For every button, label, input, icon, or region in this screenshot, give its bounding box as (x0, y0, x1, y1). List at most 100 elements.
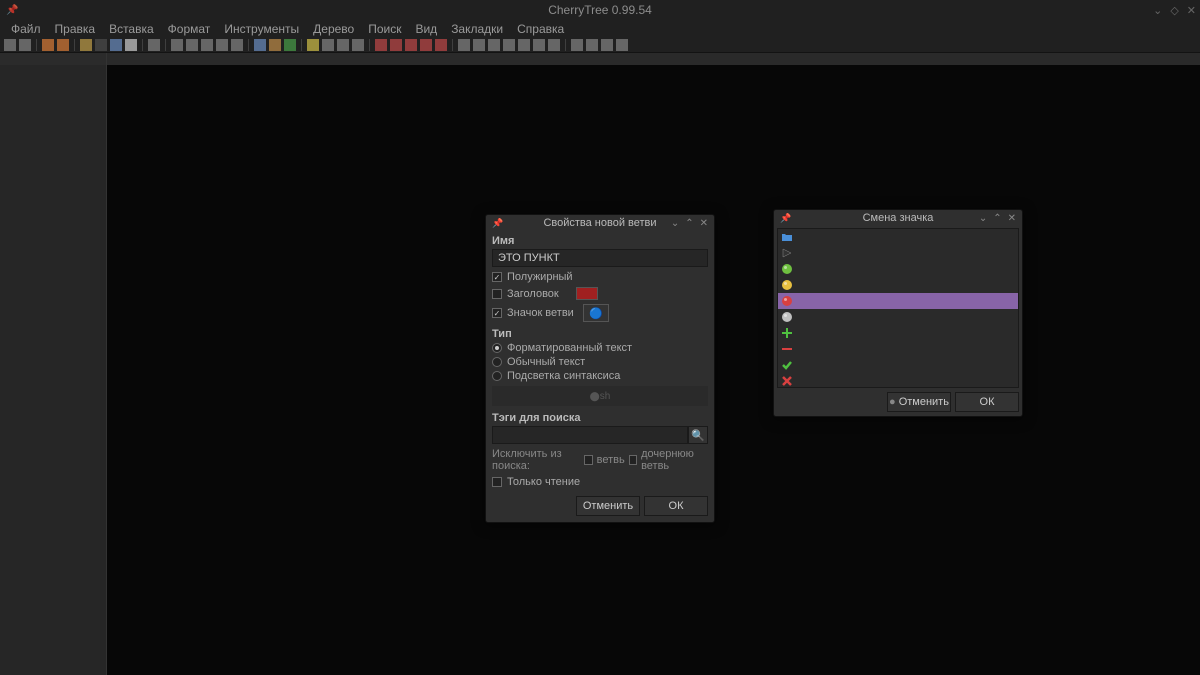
tb-anchor-icon[interactable] (337, 39, 349, 51)
tb-bm2-icon[interactable] (390, 39, 402, 51)
tb-bm5-icon[interactable] (435, 39, 447, 51)
tb-save-icon[interactable] (19, 39, 31, 51)
pin-icon[interactable]: 📌 (492, 218, 503, 229)
exclude-child-checkbox[interactable] (629, 455, 637, 465)
icon-item-circle-gray[interactable] (778, 309, 1018, 325)
tb-code-icon[interactable] (284, 39, 296, 51)
tb-h2-icon[interactable] (533, 39, 545, 51)
icon-item-folder-blue[interactable] (778, 229, 1018, 245)
tb-o1-icon[interactable] (571, 39, 583, 51)
icon-item-tag-dark[interactable] (778, 245, 1018, 261)
maximize-icon[interactable]: ⌃ (685, 218, 693, 229)
header-label: Заголовок (507, 288, 559, 300)
tb-fwd-icon[interactable] (57, 39, 69, 51)
tb-folder-icon[interactable] (80, 39, 92, 51)
name-label: Имя (492, 235, 708, 247)
tb-list-icon[interactable] (216, 39, 228, 51)
menu-bookmarks[interactable]: Закладки (444, 22, 510, 36)
bold-checkbox[interactable] (492, 272, 502, 282)
tb-find-icon[interactable] (171, 39, 183, 51)
tb-table-icon[interactable] (269, 39, 281, 51)
pin-icon[interactable]: 📌 (6, 5, 18, 16)
tb-flag-icon[interactable] (307, 39, 319, 51)
exclude-label: Исключить из поиска: (492, 448, 580, 472)
tb-doc-icon[interactable] (125, 39, 137, 51)
tags-search-button[interactable]: 🔍 (688, 426, 708, 444)
tb-embed-icon[interactable] (352, 39, 364, 51)
dlg1-titlebar[interactable]: 📌 Свойства новой ветви ⌄ ⌃ ✕ (486, 215, 714, 231)
tags-label: Тэги для поиска (492, 412, 708, 424)
tb-dropdown-icon[interactable] (95, 39, 107, 51)
header-color-swatch[interactable] (576, 287, 598, 300)
header-checkbox[interactable] (492, 289, 502, 299)
close-icon[interactable]: ✕ (1008, 213, 1016, 224)
minimize-icon[interactable]: ⌄ (671, 218, 679, 229)
toolbar (0, 38, 1200, 53)
tb-o4-icon[interactable] (616, 39, 628, 51)
name-input[interactable] (492, 249, 708, 267)
icon-item-circle-green[interactable] (778, 261, 1018, 277)
exclude-node-checkbox[interactable] (584, 455, 592, 465)
cancel-button[interactable]: Отменить (576, 496, 640, 516)
tb-bm4-icon[interactable] (420, 39, 432, 51)
minimize-icon[interactable]: ⌄ (1153, 4, 1162, 17)
menu-insert[interactable]: Вставка (102, 22, 161, 36)
tb-h3-icon[interactable] (548, 39, 560, 51)
cancel-button[interactable]: ●Отменить (887, 392, 951, 412)
nodeicon-checkbox[interactable] (492, 308, 502, 318)
menu-help[interactable]: Справка (510, 22, 571, 36)
close-icon[interactable]: ✕ (1187, 4, 1196, 17)
tb-misc1-icon[interactable] (458, 39, 470, 51)
tb-bold-icon[interactable] (201, 39, 213, 51)
menu-view[interactable]: Вид (408, 22, 444, 36)
icon-item-cross-red[interactable] (778, 373, 1018, 388)
icon-item-plus-green[interactable] (778, 325, 1018, 341)
type-plain-radio[interactable] (492, 357, 502, 367)
icon-item-minus-red[interactable] (778, 341, 1018, 357)
menu-edit[interactable]: Правка (48, 22, 103, 36)
tb-numlist-icon[interactable] (231, 39, 243, 51)
tb-repl-icon[interactable] (186, 39, 198, 51)
node-properties-dialog: 📌 Свойства новой ветви ⌄ ⌃ ✕ Имя Полужир… (485, 214, 715, 523)
ok-button[interactable]: ОК (955, 392, 1019, 412)
exclude-node-label: ветвь (597, 454, 625, 466)
pin-icon[interactable]: 📌 (780, 213, 791, 224)
tb-img-icon[interactable] (254, 39, 266, 51)
icon-list[interactable] (777, 228, 1019, 388)
tree-sidebar[interactable] (0, 53, 107, 675)
tb-o3-icon[interactable] (601, 39, 613, 51)
readonly-checkbox[interactable] (492, 477, 502, 487)
nodeicon-button[interactable]: 🔵 (583, 304, 609, 322)
dlg2-titlebar[interactable]: 📌 Смена значка ⌄ ⌃ ✕ (774, 210, 1022, 226)
menu-search[interactable]: Поиск (361, 22, 408, 36)
maximize-icon[interactable]: ◇ (1170, 4, 1178, 17)
tb-misc4-icon[interactable] (503, 39, 515, 51)
icon-item-circle-yellow[interactable] (778, 277, 1018, 293)
tb-bm1-icon[interactable] (375, 39, 387, 51)
maximize-icon[interactable]: ⌃ (993, 213, 1001, 224)
minimize-icon[interactable]: ⌄ (979, 213, 987, 224)
close-icon[interactable]: ✕ (700, 218, 708, 229)
type-syntax-radio[interactable] (492, 371, 502, 381)
icon-item-circle-red[interactable] (778, 293, 1018, 309)
menu-file[interactable]: Файл (4, 22, 48, 36)
tb-o2-icon[interactable] (586, 39, 598, 51)
tb-back-icon[interactable] (42, 39, 54, 51)
tb-misc3-icon[interactable] (488, 39, 500, 51)
icon-item-check-green[interactable] (778, 357, 1018, 373)
tb-link-icon[interactable] (322, 39, 334, 51)
type-formatted-radio[interactable] (492, 343, 502, 353)
tb-misc2-icon[interactable] (473, 39, 485, 51)
window-controls: ⌄ ◇ ✕ (1153, 4, 1196, 17)
ok-button[interactable]: ОК (644, 496, 708, 516)
tb-new-icon[interactable] (4, 39, 16, 51)
tb-h1-icon[interactable] (518, 39, 530, 51)
tags-input[interactable] (492, 426, 688, 444)
tb-bm3-icon[interactable] (405, 39, 417, 51)
menu-format[interactable]: Формат (161, 22, 218, 36)
tb-undo-icon[interactable] (148, 39, 160, 51)
sidebar-header (0, 53, 106, 65)
menu-tools[interactable]: Инструменты (217, 22, 306, 36)
tb-grid-icon[interactable] (110, 39, 122, 51)
menu-tree[interactable]: Дерево (306, 22, 361, 36)
